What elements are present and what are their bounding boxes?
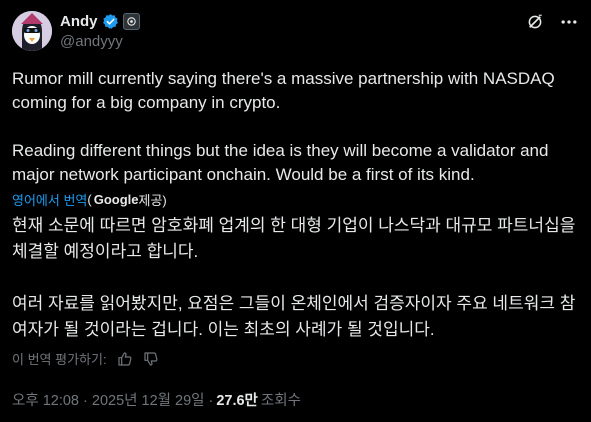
more-icon[interactable] — [559, 12, 579, 32]
tweet-timestamp[interactable]: 오후 12:08 · 2025년 12월 29일 · — [12, 389, 213, 410]
verified-badge-icon[interactable] — [102, 13, 119, 30]
translated-from-label[interactable]: 영어에서 번역 — [12, 190, 87, 209]
thumbs-up-icon[interactable] — [117, 351, 133, 367]
rate-translation-label: 이 번역 평가하기: — [12, 352, 107, 367]
translation-paren-close: 제공) — [138, 193, 167, 208]
avatar[interactable] — [12, 11, 52, 51]
rate-translation: 이 번역 평가하기: — [12, 349, 159, 368]
affiliate-badge-icon[interactable] — [122, 12, 140, 30]
author-handle[interactable]: @andyyy — [60, 33, 140, 50]
tweet-paragraph-1: Rumor mill currently saying there's a ma… — [12, 69, 555, 112]
tweet-meta: 오후 12:08 · 2025년 12월 29일 · 27.6만 조회수 — [12, 389, 301, 410]
tweet-text: Rumor mill currently saying there's a ma… — [12, 67, 582, 187]
grok-icon[interactable] — [525, 12, 545, 32]
translation-label[interactable]: 영어에서 번역 ( Google 제공) — [12, 190, 167, 209]
view-count-label: 조회수 — [260, 393, 301, 409]
translated-text: 현재 소문에 따르면 암호화폐 업계의 한 대형 기업이 나스닥과 대규모 파트… — [12, 213, 582, 343]
view-count: 27.6만 — [216, 393, 258, 409]
thumbs-down-icon[interactable] — [143, 351, 159, 367]
author-name[interactable]: Andy — [60, 13, 98, 30]
translation-paren-open: ( — [87, 192, 92, 207]
google-logo-text: Google — [93, 192, 139, 207]
tweet-paragraph-2: Reading different things but the idea is… — [12, 141, 549, 184]
translated-paragraph-2: 여러 자료를 읽어봤지만, 요점은 그들이 온체인에서 검증자이자 주요 네트워… — [12, 294, 576, 339]
translated-paragraph-1: 현재 소문에 따르면 암호화폐 업계의 한 대형 기업이 나스닥과 대규모 파트… — [12, 216, 576, 261]
top-actions — [525, 12, 579, 32]
author-block: Andy @andyyy — [60, 11, 140, 50]
